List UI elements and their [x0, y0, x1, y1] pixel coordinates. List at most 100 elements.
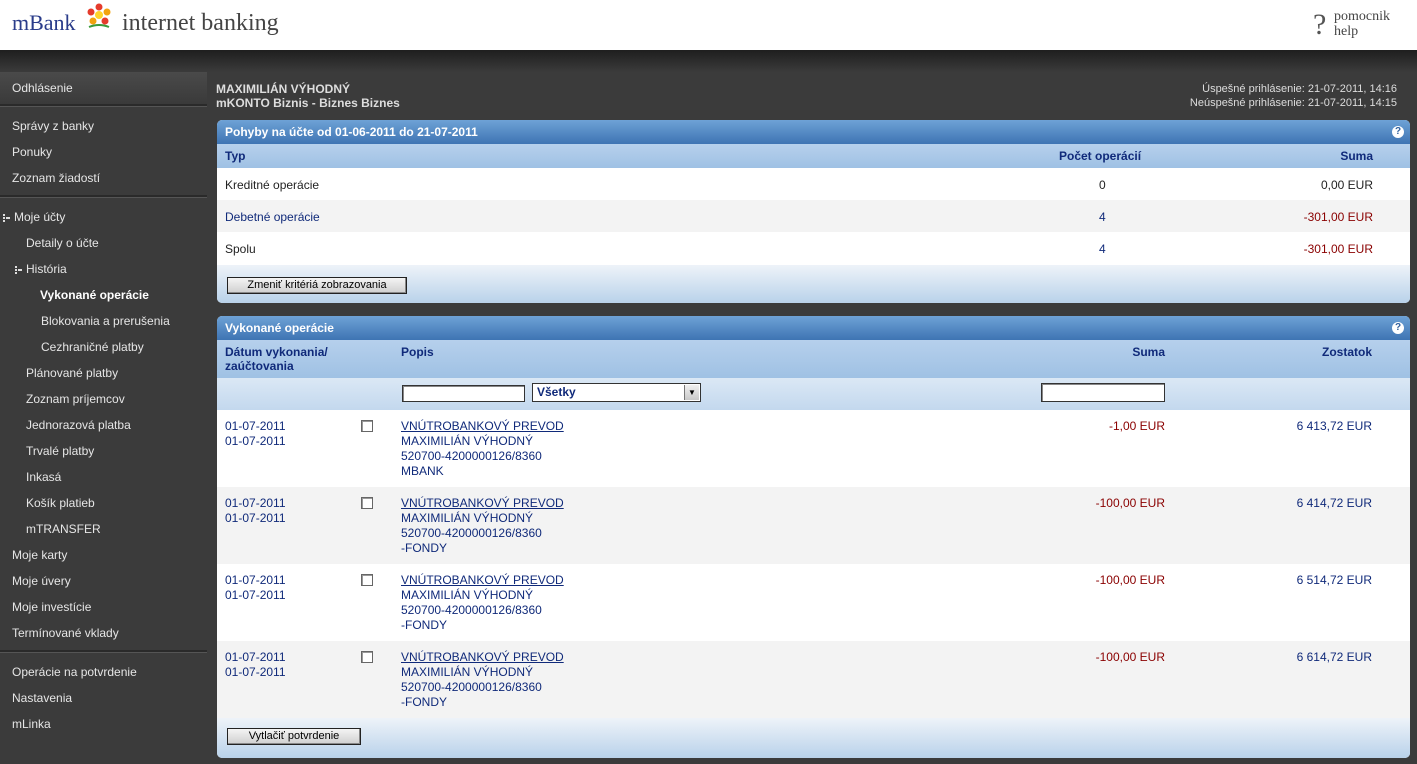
sidebar-item-term-deposits[interactable]: Termínované vklady: [0, 622, 219, 644]
sidebar-item-my-loans[interactable]: Moje úvery: [0, 570, 219, 592]
sidebar-item-payees[interactable]: Zoznam príjemcov: [0, 388, 233, 410]
sidebar-item-planned-payments[interactable]: Plánované platby: [0, 362, 233, 384]
table-row: Kreditné operácie 0 0,00 EUR: [217, 168, 1410, 200]
filter-row: Všetky ▼: [217, 378, 1410, 410]
description-filter-input[interactable]: [402, 385, 525, 402]
row-checkbox[interactable]: [361, 651, 373, 663]
sidebar-item-standing-orders[interactable]: Trvalé platby: [0, 440, 233, 462]
panel-title-text: Pohyby na účte od 01-06-2011 do 21-07-20…: [225, 125, 478, 139]
operation-note: -FONDY: [401, 541, 447, 555]
table-header: Dátum vykonania/ zaúčtovania Popis Suma …: [217, 340, 1410, 378]
sidebar-item-bank-messages[interactable]: Správy z banky: [0, 115, 219, 137]
col-sum: Suma: [1340, 149, 1373, 163]
row-count: 4: [1099, 210, 1106, 224]
row-count: 4: [1099, 242, 1106, 256]
operation-account: 520700-4200000126/8360: [401, 603, 542, 617]
operation-note: -FONDY: [401, 618, 447, 632]
operation-type-select[interactable]: Všetky ▼: [532, 383, 701, 402]
operation-sum: -100,00 EUR: [1095, 650, 1165, 664]
operation-title-link[interactable]: VNÚTROBANKOVÝ PREVOD: [401, 419, 564, 433]
sidebar-item-offers[interactable]: Ponuky: [0, 141, 219, 163]
panel-footer: Zmeniť kritériá zobrazovania: [217, 265, 1410, 303]
operation-counterparty: MAXIMILIÁN VÝHODNÝ: [401, 434, 534, 448]
sidebar-item-label: História: [26, 262, 67, 276]
logout-button[interactable]: Odhlásenie: [0, 72, 207, 104]
sidebar-item-my-investments[interactable]: Moje investície: [0, 596, 219, 618]
operation-counterparty: MAXIMILIÁN VÝHODNÝ: [401, 511, 534, 525]
operation-account: 520700-4200000126/8360: [401, 680, 542, 694]
operation-title-link[interactable]: VNÚTROBANKOVÝ PREVOD: [401, 496, 564, 510]
execution-date: 01-07-2011: [225, 650, 286, 664]
table-row: 01-07-2011 01-07-2011 VNÚTROBANKOVÝ PREV…: [217, 564, 1410, 641]
row-sum: 0,00 EUR: [1320, 178, 1373, 192]
last-successful-login: Úspešné prihlásenie: 21-07-2011, 14:16: [1202, 83, 1397, 95]
sidebar-item-settings[interactable]: Nastavenia: [0, 687, 219, 709]
booking-date: 01-07-2011: [225, 588, 286, 602]
row-type: Debetné operácie: [225, 210, 320, 224]
help-link[interactable]: pomocnik help: [1334, 9, 1390, 39]
help-question-icon[interactable]: ?: [1313, 8, 1326, 42]
last-failed-login: Neúspešné prihlásenie: 21-07-2011, 14:15: [1189, 97, 1397, 109]
operation-balance: 6 514,72 EUR: [1296, 573, 1372, 587]
sidebar-divider: [0, 195, 207, 198]
col-balance: Zostatok: [1321, 345, 1372, 359]
mbank-logo[interactable]: mBank: [12, 10, 76, 36]
col-count: Počet operácií: [1059, 149, 1142, 163]
sidebar-divider: [0, 104, 207, 107]
panel-footer: Vytlačiť potvrdenie: [217, 718, 1410, 758]
operation-balance: 6 413,72 EUR: [1296, 419, 1372, 433]
help-label-sk: pomocnik: [1334, 9, 1390, 24]
panel-title-text: Vykonané operácie: [225, 321, 334, 335]
sidebar-item-account-details[interactable]: Detaily o účte: [0, 232, 233, 254]
print-confirmation-button[interactable]: Vytlačiť potvrdenie: [227, 728, 361, 745]
product-name: internet banking: [122, 10, 279, 36]
sidebar: Odhlásenie Správy z banky Ponuky Zoznam …: [0, 72, 207, 764]
row-checkbox[interactable]: [361, 574, 373, 586]
row-checkbox[interactable]: [361, 497, 373, 509]
col-date-line2: zaúčtovania: [225, 359, 294, 373]
customer-name: MAXIMILIÁN VÝHODNÝ: [216, 82, 351, 96]
table-row: Spolu 4 -301,00 EUR: [217, 232, 1410, 264]
help-icon[interactable]: ?: [1392, 322, 1404, 334]
execution-date: 01-07-2011: [225, 496, 286, 510]
tree-expand-icon: [15, 265, 23, 275]
main-content: MAXIMILIÁN VÝHODNÝ mKONTO Biznis - Bizne…: [207, 72, 1417, 764]
sidebar-item-my-accounts[interactable]: Moje účty: [0, 206, 210, 228]
sidebar-item-mlinka[interactable]: mLinka: [0, 713, 219, 735]
operation-balance: 6 614,72 EUR: [1296, 650, 1372, 664]
select-value: Všetky: [537, 385, 576, 399]
sidebar-item-mtransfer[interactable]: mTRANSFER: [0, 518, 233, 540]
chevron-down-icon[interactable]: ▼: [684, 385, 699, 400]
col-description: Popis: [401, 345, 434, 359]
operation-sum: -100,00 EUR: [1095, 573, 1165, 587]
panel-title: Vykonané operácie ?: [217, 316, 1410, 340]
executed-operations-panel: Vykonané operácie ? Dátum vykonania/ zaú…: [217, 316, 1410, 758]
sidebar-item-history[interactable]: História: [0, 258, 222, 280]
col-type: Typ: [225, 149, 246, 163]
amount-filter-input[interactable]: [1041, 383, 1165, 402]
tree-expand-icon: [3, 213, 11, 223]
row-sum: -301,00 EUR: [1303, 242, 1373, 256]
sidebar-item-direct-debits[interactable]: Inkasá: [0, 466, 233, 488]
sidebar-item-payment-basket[interactable]: Košík platieb: [0, 492, 233, 514]
operation-title-link[interactable]: VNÚTROBANKOVÝ PREVOD: [401, 573, 564, 587]
operation-counterparty: MAXIMILIÁN VÝHODNÝ: [401, 665, 534, 679]
change-criteria-button[interactable]: Zmeniť kritériá zobrazovania: [227, 277, 407, 294]
operation-note: MBANK: [401, 464, 444, 478]
help-label-en: help: [1334, 24, 1359, 39]
help-icon[interactable]: ?: [1392, 126, 1404, 138]
sidebar-item-my-cards[interactable]: Moje karty: [0, 544, 219, 566]
row-sum: -301,00 EUR: [1303, 210, 1373, 224]
sidebar-item-operations-to-confirm[interactable]: Operácie na potvrdenie: [0, 661, 219, 683]
table-row: Debetné operácie 4 -301,00 EUR: [217, 200, 1410, 232]
operation-sum: -100,00 EUR: [1095, 496, 1165, 510]
header-shadow: [0, 50, 1417, 72]
operation-title-link[interactable]: VNÚTROBANKOVÝ PREVOD: [401, 650, 564, 664]
operation-note: -FONDY: [401, 695, 447, 709]
sidebar-item-single-payment[interactable]: Jednorazová platba: [0, 414, 233, 436]
sidebar-item-requests[interactable]: Zoznam žiadostí: [0, 167, 219, 189]
execution-date: 01-07-2011: [225, 419, 286, 433]
col-sum: Suma: [1132, 345, 1165, 359]
row-checkbox[interactable]: [361, 420, 373, 432]
panel-title: Pohyby na účte od 01-06-2011 do 21-07-20…: [217, 120, 1410, 144]
